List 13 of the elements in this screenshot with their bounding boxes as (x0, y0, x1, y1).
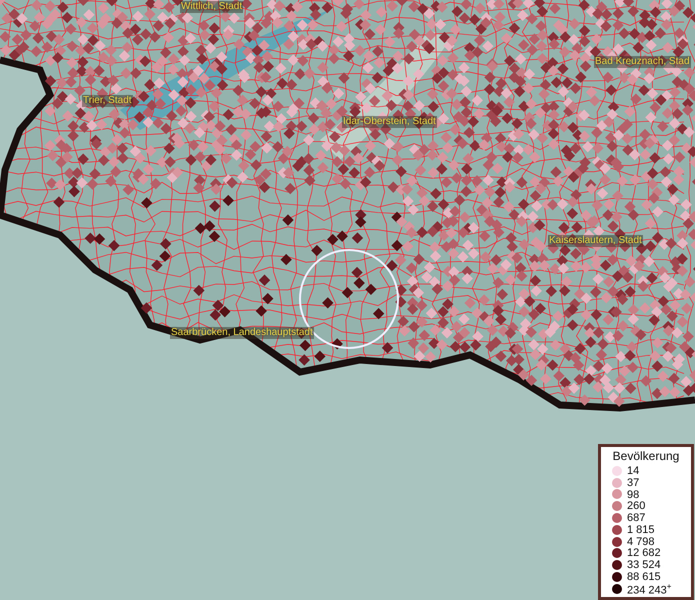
legend-title: Bevölkerung (612, 449, 680, 463)
legend-label: 14 (627, 464, 640, 477)
legend-label: 12 682 (627, 547, 661, 560)
place-label: Trier, Stadt (82, 95, 133, 107)
legend-label: 260 (627, 500, 646, 512)
legend-label: 1 815 (627, 524, 655, 536)
legend-label: 4 798 (627, 536, 655, 548)
legend-label: 88 615 (627, 571, 661, 584)
legend-label: 687 (627, 512, 646, 524)
legend-label: 234 243$^{+}$ (627, 582, 672, 596)
legend-label: 33 524 (627, 559, 661, 572)
legend-label: 98 (627, 488, 640, 500)
legend-label: 37 (627, 476, 640, 489)
